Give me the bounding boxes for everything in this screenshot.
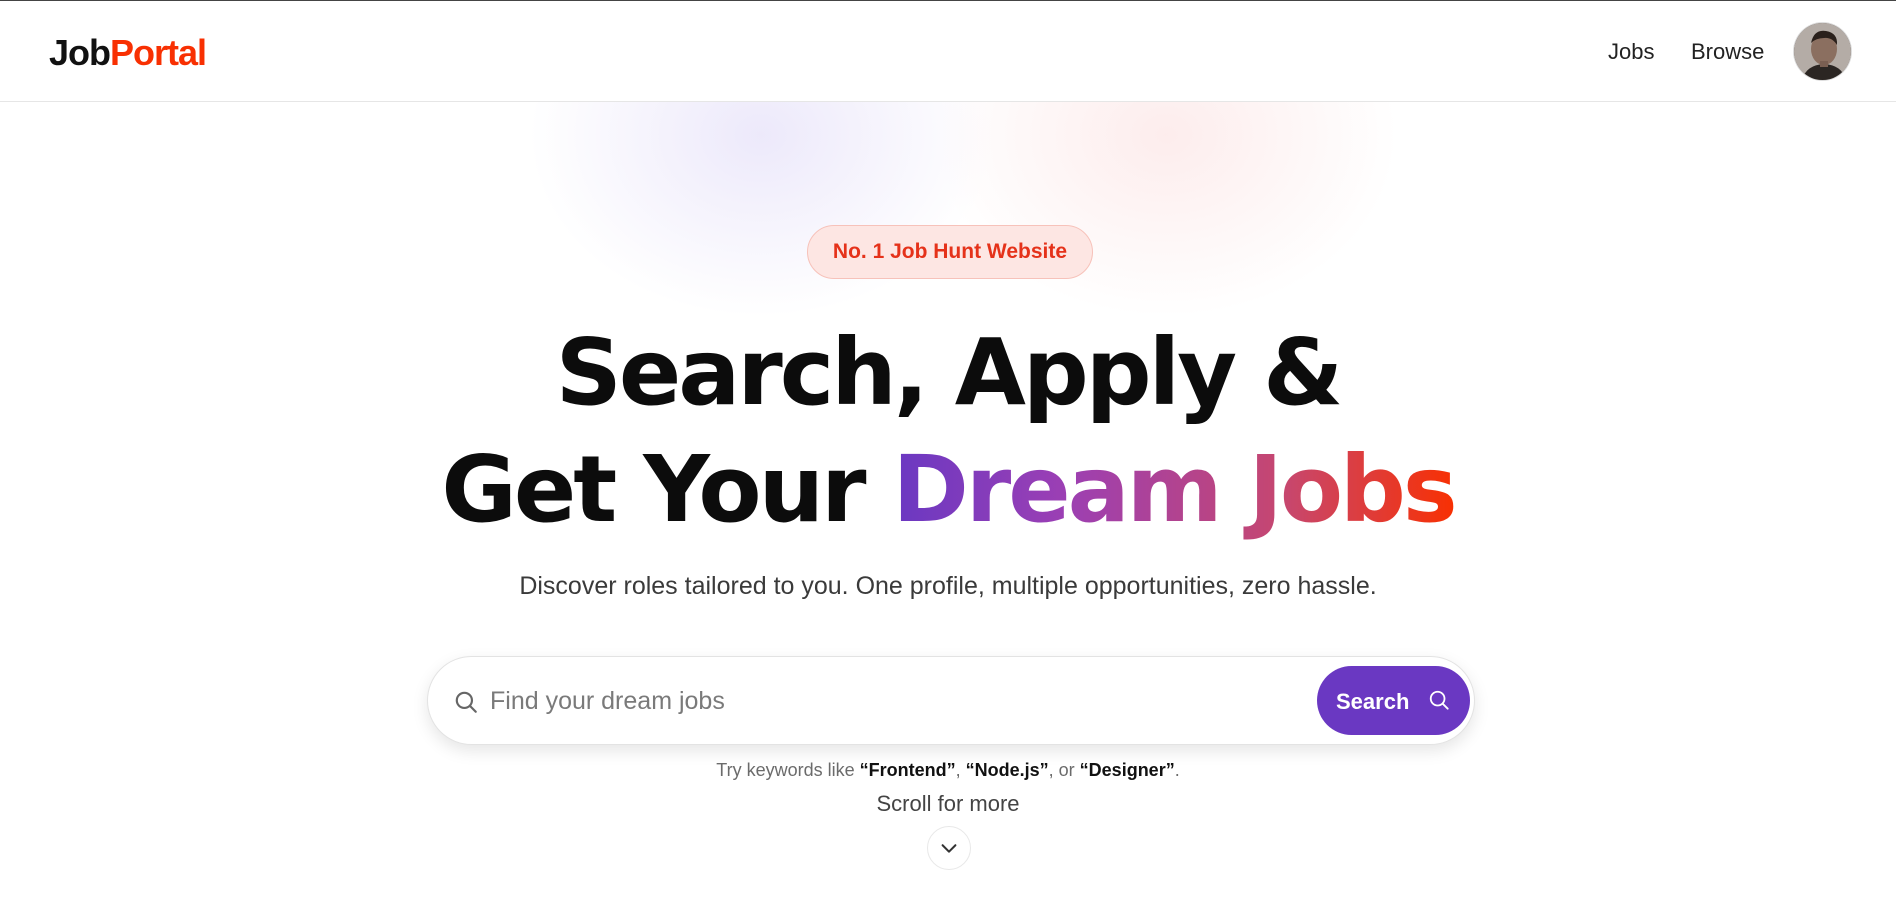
hint-separator: , or bbox=[1048, 760, 1080, 780]
hint-keyword-designer: “Designer” bbox=[1079, 760, 1175, 780]
headline-highlight-text: Dream Jobs bbox=[892, 436, 1458, 543]
hint-separator: , bbox=[955, 760, 966, 780]
search-button-icon bbox=[1429, 690, 1449, 710]
headline-plain-text: Get Your bbox=[441, 436, 893, 543]
chevron-down-icon bbox=[941, 844, 957, 853]
nav-link-browse[interactable]: Browse bbox=[1691, 39, 1764, 65]
nav-link-jobs[interactable]: Jobs bbox=[1608, 39, 1654, 65]
hint-keyword-nodejs: “Node.js” bbox=[965, 760, 1049, 780]
site-header: JobPortal Jobs Browse bbox=[0, 1, 1896, 102]
main-nav: Jobs Browse bbox=[0, 1, 1896, 102]
search-bar: Search bbox=[427, 656, 1475, 745]
hint-prefix: Try keywords like bbox=[716, 760, 860, 780]
hint-keyword-frontend: “Frontend” bbox=[859, 760, 956, 780]
scroll-label: Scroll for more bbox=[876, 791, 1020, 816]
avatar-image bbox=[1794, 23, 1851, 80]
search-icon bbox=[455, 691, 477, 713]
search-input[interactable] bbox=[490, 677, 1270, 725]
user-avatar[interactable] bbox=[1794, 23, 1851, 80]
hero-headline-line1: Search, Apply & bbox=[555, 319, 1344, 426]
scroll-down-button[interactable] bbox=[927, 826, 971, 870]
search-button[interactable]: Search bbox=[1317, 666, 1470, 735]
search-button-label: Search bbox=[1336, 689, 1410, 714]
hero-subtitle: Discover roles tailored to you. One prof… bbox=[519, 572, 1377, 600]
search-hint: Try keywords like “Frontend”, “Node.js”,… bbox=[0, 760, 1896, 781]
hero-badge: No. 1 Job Hunt Website bbox=[807, 225, 1093, 279]
hero-headline-line2: Get Your Dream Jobs bbox=[0, 431, 1896, 549]
hint-suffix: . bbox=[1174, 760, 1180, 780]
